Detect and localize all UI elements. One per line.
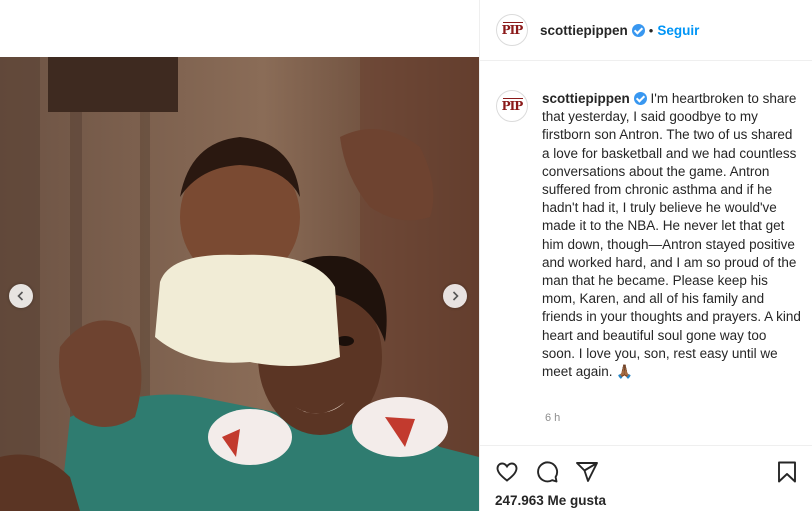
caption-avatar[interactable]: PIP (496, 90, 528, 122)
username-link[interactable]: scottiepippen (540, 23, 628, 38)
post-photo (0, 57, 479, 511)
caption-text: I'm heartbroken to share that yesterday,… (542, 91, 801, 380)
chevron-left-icon (17, 291, 24, 301)
avatar-decoration (503, 22, 523, 23)
profile-avatar[interactable]: PIP (496, 14, 528, 46)
comment-button[interactable] (534, 459, 560, 485)
previous-photo-button[interactable] (9, 284, 33, 308)
post-actions: 247.963 Me gusta (479, 445, 812, 511)
next-photo-button[interactable] (443, 284, 467, 308)
heart-icon (496, 462, 518, 482)
verified-badge-icon (631, 23, 645, 37)
avatar-logo-text: PIP (501, 23, 524, 37)
separator-dot: • (648, 22, 654, 38)
verified-badge-icon (633, 92, 647, 105)
chevron-right-icon (452, 291, 459, 301)
avatar-decoration (503, 98, 523, 99)
post-side-panel: PIP scottiepippen • Seguir PIP scottiepi… (479, 0, 812, 511)
caption-text-container: scottiepippen I'm heartbroken to share t… (542, 90, 801, 381)
post-timestamp[interactable]: 6 h (545, 412, 560, 424)
avatar-logo-text: PIP (501, 99, 524, 113)
comment-icon (537, 461, 559, 483)
caption-username-link[interactable]: scottiepippen (542, 91, 630, 106)
save-button[interactable] (774, 459, 800, 485)
caption-block: PIP scottiepippen I'm heartbroken to sha… (496, 90, 801, 381)
paper-plane-icon (576, 462, 598, 482)
bookmark-icon (778, 461, 796, 483)
media-top-spacer (0, 0, 479, 57)
share-button[interactable] (574, 459, 600, 485)
follow-button[interactable]: Seguir (657, 23, 699, 38)
post-header: PIP scottiepippen • Seguir (480, 0, 812, 61)
likes-count[interactable]: 247.963 Me gusta (495, 493, 606, 508)
like-button[interactable] (494, 459, 520, 485)
